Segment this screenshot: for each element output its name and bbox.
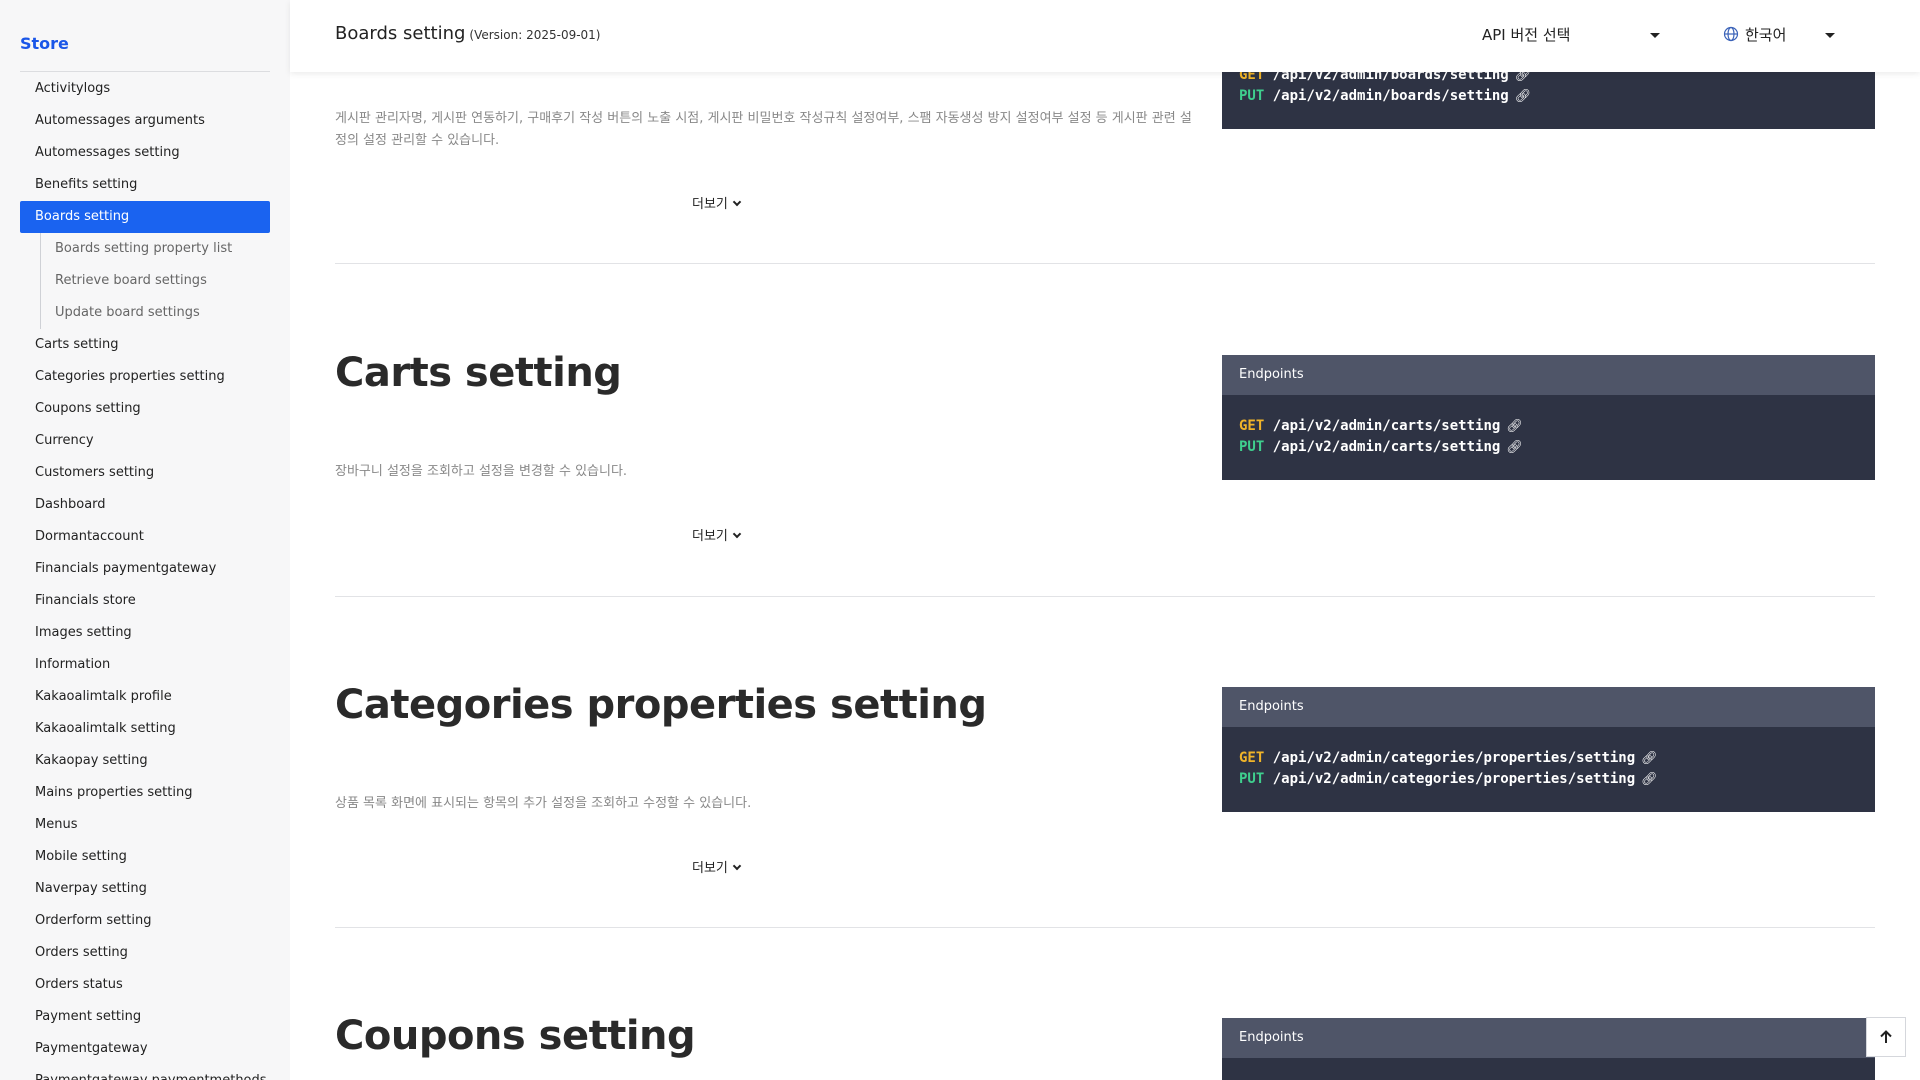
section-divider: [335, 263, 1875, 264]
sidebar-nav: Activitylogs Automessages arguments Auto…: [20, 73, 270, 1080]
endpoint-line: PUT /api/v2/admin/carts/setting 🔗︎: [1239, 437, 1858, 458]
sidebar-item[interactable]: Orders status: [20, 969, 270, 1001]
link-icon[interactable]: 🔗︎: [1515, 86, 1532, 107]
arrow-up-icon: [1880, 1030, 1892, 1043]
sidebar-subitem[interactable]: Boards setting property list: [41, 233, 270, 265]
section-title-carts: Carts setting: [335, 350, 622, 396]
sidebar-item[interactable]: Paymentgateway paymentmethods: [20, 1065, 270, 1080]
endpoints-header: Endpoints: [1222, 687, 1875, 727]
sidebar-item[interactable]: Dormantaccount: [20, 521, 270, 553]
endpoint-path[interactable]: /api/v2/admin/categories/properties/sett…: [1273, 771, 1635, 787]
page-title-text: Boards setting: [335, 23, 466, 44]
sidebar-item[interactable]: Currency: [20, 425, 270, 457]
carts-endpoints-box: Endpoints GET /api/v2/admin/carts/settin…: [1222, 355, 1875, 480]
endpoint-path[interactable]: /api/v2/admin/carts/setting: [1273, 418, 1501, 434]
sidebar-divider: [20, 71, 270, 72]
language-select-label: 한국어: [1745, 26, 1787, 44]
endpoint-path[interactable]: /api/v2/admin/categories/properties/sett…: [1273, 750, 1635, 766]
sidebar: Store Activitylogs Automessages argument…: [0, 0, 290, 1080]
sidebar-item[interactable]: Carts setting: [20, 329, 270, 361]
endpoints-header: Endpoints: [1222, 355, 1875, 395]
sidebar-item[interactable]: Orderform setting: [20, 905, 270, 937]
globe-icon: [1723, 26, 1739, 42]
sidebar-item[interactable]: Paymentgateway: [20, 1033, 270, 1065]
sidebar-item[interactable]: Mobile setting: [20, 841, 270, 873]
scroll-to-top-button[interactable]: [1866, 1017, 1906, 1057]
caret-down-icon: [1825, 33, 1835, 38]
sidebar-item[interactable]: Categories properties setting: [20, 361, 270, 393]
endpoint-method: PUT: [1239, 439, 1265, 455]
carts-description: 장바구니 설정을 조회하고 설정을 변경할 수 있습니다.: [335, 464, 628, 479]
endpoint-path[interactable]: /api/v2/admin/boards/setting: [1273, 88, 1509, 104]
sidebar-item[interactable]: Financials paymentgateway: [20, 553, 270, 585]
endpoint-method: GET: [1239, 750, 1265, 766]
sidebar-item[interactable]: Information: [20, 649, 270, 681]
link-icon[interactable]: 🔗︎: [1506, 416, 1523, 437]
sidebar-item[interactable]: Menus: [20, 809, 270, 841]
link-icon[interactable]: 🔗︎: [1506, 437, 1523, 458]
boards-more-button[interactable]: 더보기: [692, 193, 742, 212]
link-icon[interactable]: 🔗︎: [1641, 769, 1658, 790]
api-version-select[interactable]: API 버전 선택: [1482, 24, 1660, 46]
api-version-select-label: API 버전 선택: [1482, 26, 1571, 44]
categories-description: 상품 목록 화면에 표시되는 항목의 추가 설정을 조회하고 수정할 수 있습니…: [335, 796, 752, 811]
endpoint-line: GET /api/v2/admin/categories/properties/…: [1239, 748, 1858, 769]
endpoints-header: Endpoints: [1222, 1018, 1875, 1058]
endpoint-method: PUT: [1239, 88, 1265, 104]
sidebar-subitem[interactable]: Update board settings: [41, 297, 270, 329]
more-label: 더보기: [692, 197, 728, 212]
sidebar-subitem[interactable]: Retrieve board settings: [41, 265, 270, 297]
sidebar-item[interactable]: Images setting: [20, 617, 270, 649]
sidebar-item[interactable]: Kakaoalimtalk setting: [20, 713, 270, 745]
endpoint-line: GET /api/v2/admin/carts/setting 🔗︎: [1239, 416, 1858, 437]
endpoint-method: PUT: [1239, 771, 1265, 787]
version-label: (Version: 2025-09-01): [469, 28, 601, 42]
section-divider: [335, 596, 1875, 597]
sidebar-item[interactable]: Automessages arguments: [20, 105, 270, 137]
language-select[interactable]: 한국어: [1723, 24, 1835, 46]
endpoint-method: GET: [1239, 418, 1265, 434]
page-title: Boards setting (Version: 2025-09-01): [335, 23, 601, 44]
chevron-down-icon: [732, 861, 742, 871]
sidebar-item[interactable]: Naverpay setting: [20, 873, 270, 905]
sidebar-item[interactable]: Kakaopay setting: [20, 745, 270, 777]
main-content: GET /api/v2/admin/boards/setting 🔗︎ PUT /…: [290, 0, 1920, 1080]
section-title-coupons: Coupons setting: [335, 1013, 696, 1059]
sidebar-item[interactable]: Coupons setting: [20, 393, 270, 425]
section-title-categories: Categories properties setting: [335, 682, 987, 728]
categories-more-button[interactable]: 더보기: [692, 857, 742, 876]
sidebar-subnav: Boards setting property list Retrieve bo…: [40, 233, 270, 329]
sidebar-item-boards-setting[interactable]: Boards setting: [20, 201, 270, 233]
top-header: Boards setting (Version: 2025-09-01) API …: [290, 0, 1920, 72]
endpoint-path[interactable]: /api/v2/admin/carts/setting: [1273, 439, 1501, 455]
chevron-down-icon: [732, 529, 742, 539]
sidebar-item[interactable]: Customers setting: [20, 457, 270, 489]
more-label: 더보기: [692, 529, 728, 544]
sidebar-item[interactable]: Financials store: [20, 585, 270, 617]
caret-down-icon: [1650, 33, 1660, 38]
endpoint-line: PUT /api/v2/admin/categories/properties/…: [1239, 769, 1858, 790]
carts-more-button[interactable]: 더보기: [692, 525, 742, 544]
carts-endpoints-list: GET /api/v2/admin/carts/setting 🔗︎ PUT /a…: [1222, 395, 1875, 480]
sidebar-item[interactable]: Kakaoalimtalk profile: [20, 681, 270, 713]
categories-endpoints-box: Endpoints GET /api/v2/admin/categories/p…: [1222, 687, 1875, 812]
sidebar-item[interactable]: Orders setting: [20, 937, 270, 969]
sidebar-item[interactable]: Benefits setting: [20, 169, 270, 201]
link-icon[interactable]: 🔗︎: [1641, 748, 1658, 769]
sidebar-item[interactable]: Dashboard: [20, 489, 270, 521]
boards-description: 게시판 관리자명, 게시판 연동하기, 구매후기 작성 버튼의 노출 시점, 게…: [335, 111, 1192, 148]
more-label: 더보기: [692, 861, 728, 876]
sidebar-item[interactable]: Activitylogs: [20, 73, 270, 105]
sidebar-item[interactable]: Automessages setting: [20, 137, 270, 169]
sidebar-item[interactable]: Payment setting: [20, 1001, 270, 1033]
endpoint-line: PUT /api/v2/admin/boards/setting 🔗︎: [1239, 86, 1858, 107]
sidebar-item[interactable]: Mains properties setting: [20, 777, 270, 809]
section-divider: [335, 927, 1875, 928]
chevron-down-icon: [732, 197, 742, 207]
categories-endpoints-list: GET /api/v2/admin/categories/properties/…: [1222, 727, 1875, 812]
sidebar-title[interactable]: Store: [20, 34, 69, 53]
coupons-endpoints-box: Endpoints: [1222, 1018, 1875, 1080]
